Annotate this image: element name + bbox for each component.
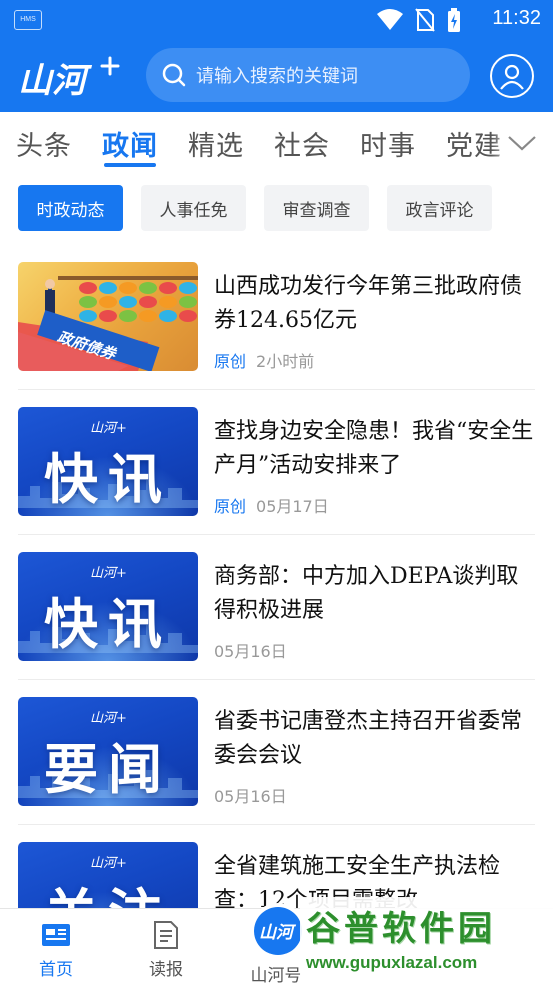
tab-jingxuan[interactable]: 精选 <box>188 124 244 163</box>
tab-shishi[interactable]: 时事 <box>360 124 416 163</box>
divider <box>18 824 535 825</box>
watermark-url: www.gupuxlazal.com <box>306 953 478 972</box>
news-time: 05月16日 <box>214 787 287 806</box>
svg-text:山河: 山河 <box>259 923 297 943</box>
battery-charging-icon <box>448 8 460 32</box>
watermark-overlay: 谷普软件园 www.gupuxlazal.com <box>300 897 553 983</box>
news-meta: 原创 05月17日 <box>214 493 329 517</box>
news-meta: 05月16日 <box>214 783 287 807</box>
divider <box>18 679 535 680</box>
nav-read[interactable]: 读报 <box>126 919 206 980</box>
newspaper-icon <box>154 921 178 949</box>
nav-read-label: 读报 <box>149 960 183 980</box>
profile-button[interactable] <box>490 54 534 98</box>
news-title[interactable]: 省委书记唐登杰主持召开省委常委会会议 <box>214 705 538 773</box>
news-item[interactable]: 山河+ 要闻 省委书记唐登杰主持召开省委常委会会议 05月16日 <box>18 697 535 827</box>
status-bar: HMS 11:32 <box>0 0 553 40</box>
search-icon <box>162 63 186 87</box>
nav-home-label: 首页 <box>39 960 73 980</box>
sub-category-chips: 时政动态 人事任免 审查调查 政言评论 <box>0 185 553 233</box>
app-header: 山河 请输入搜索的关键词 <box>0 40 553 112</box>
abacus-illustration: 政府债券 <box>18 276 198 371</box>
news-title[interactable]: 商务部：中方加入DEPA谈判取得积极进展 <box>214 560 538 628</box>
chip-shizheng[interactable]: 时政动态 <box>18 185 123 231</box>
chevron-down-icon <box>508 136 536 151</box>
active-tab-indicator <box>104 163 156 167</box>
user-icon <box>500 64 524 90</box>
news-item[interactable]: 山河+ 快讯 商务部：中方加入DEPA谈判取得积极进展 05月16日 <box>18 552 535 682</box>
news-thumbnail: 山河+ 快讯 <box>18 552 198 661</box>
tab-toutiao[interactable]: 头条 <box>16 124 72 163</box>
thumb-logo: 山河+ <box>90 566 127 581</box>
wifi-icon <box>377 9 403 30</box>
divider <box>18 534 535 535</box>
news-title[interactable]: 山西成功发行今年第三批政府债券124.65亿元 <box>214 270 538 338</box>
news-time: 05月17日 <box>256 497 329 516</box>
app-logo[interactable]: 山河 <box>16 50 128 102</box>
chip-shencha[interactable]: 审查调查 <box>264 185 369 231</box>
nav-home[interactable]: 首页 <box>16 919 96 980</box>
news-thumbnail: 山河+ 要闻 <box>18 697 198 806</box>
news-item[interactable]: 政府债券 山西成功发行今年第三批政府债券124.65亿元 原创 2小时前 <box>18 262 535 392</box>
news-title[interactable]: 查找身边安全隐患！我省“安全生产月”活动安排来了 <box>214 415 538 483</box>
news-item[interactable]: 山河+ 快讯 查找身边安全隐患！我省“安全生产月”活动安排来了 原创 05月17日 <box>18 407 535 537</box>
hms-badge: HMS <box>14 10 42 30</box>
news-meta: 05月16日 <box>214 638 287 662</box>
divider <box>18 389 535 390</box>
tab-shehui[interactable]: 社会 <box>274 124 330 163</box>
original-tag: 原创 <box>214 352 247 371</box>
svg-text:山河: 山河 <box>18 61 93 101</box>
no-sim-icon <box>415 8 435 32</box>
news-time: 05月16日 <box>214 642 287 661</box>
news-time: 2小时前 <box>256 352 315 371</box>
tab-zhengwen[interactable]: 政闻 <box>102 124 158 163</box>
thumb-logo: 山河+ <box>90 711 127 726</box>
clock: 11:32 <box>492 7 541 29</box>
status-icons <box>377 8 461 32</box>
chip-renshi[interactable]: 人事任免 <box>141 185 246 231</box>
search-bar[interactable]: 请输入搜索的关键词 <box>146 48 470 102</box>
thumb-caption: 快讯 <box>44 592 172 656</box>
original-tag: 原创 <box>214 497 247 516</box>
thumb-caption: 快讯 <box>44 447 172 511</box>
chip-zhengyan[interactable]: 政言评论 <box>387 185 492 231</box>
news-thumbnail: 政府债券 <box>18 262 198 371</box>
search-placeholder: 请输入搜索的关键词 <box>196 66 358 87</box>
channel-tabs: 头条 政闻 精选 社会 时事 党建 <box>0 112 553 174</box>
news-meta: 原创 2小时前 <box>214 348 314 372</box>
shanhe-logo-icon: 山河 <box>254 907 302 955</box>
thumb-caption: 要闻 <box>44 737 172 801</box>
news-thumbnail: 山河+ 快讯 <box>18 407 198 516</box>
home-news-icon <box>42 924 70 946</box>
watermark-title: 谷普软件园 <box>306 909 496 949</box>
thumb-logo: 山河+ <box>90 421 127 436</box>
nav-center-logo[interactable]: 山河 <box>250 903 306 959</box>
thumb-logo: 山河+ <box>90 856 127 871</box>
expand-tabs-button[interactable] <box>491 112 553 174</box>
